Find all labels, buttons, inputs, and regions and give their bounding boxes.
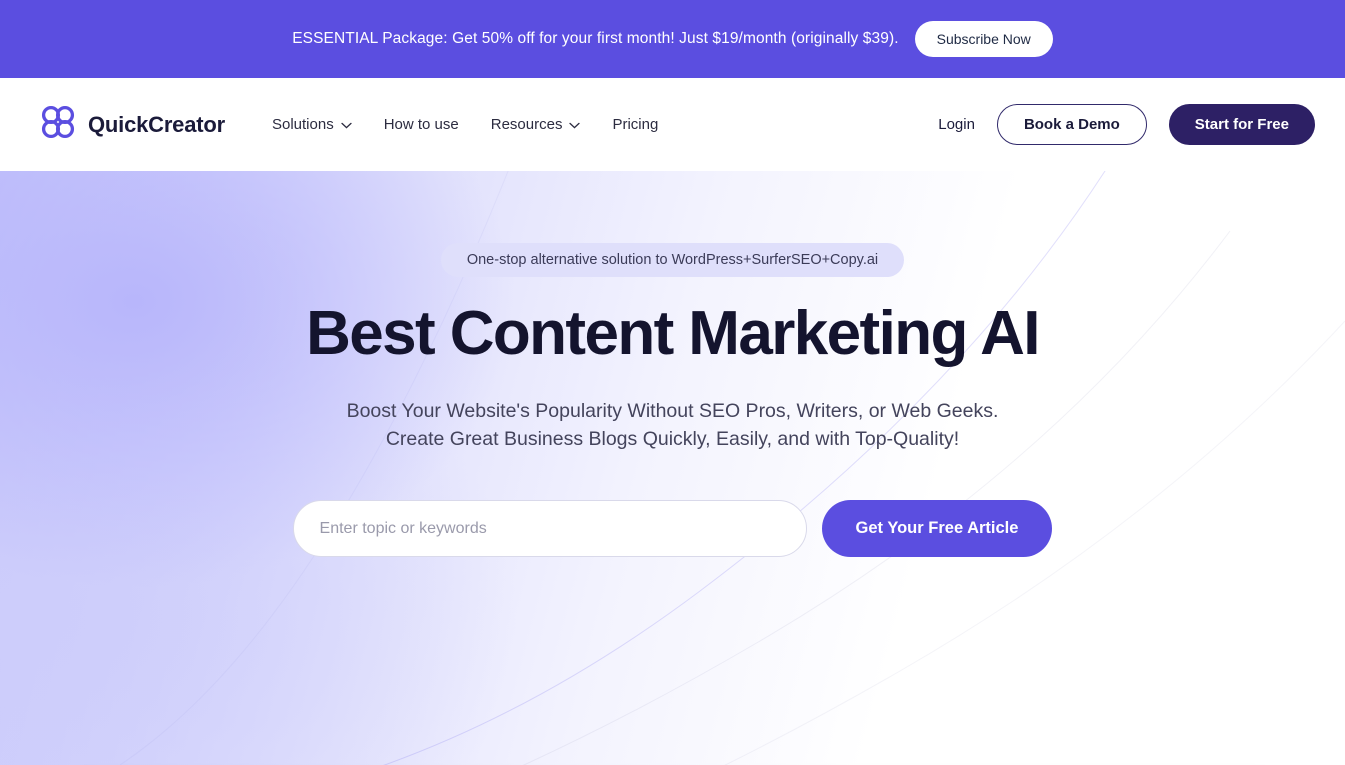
subscribe-now-button[interactable]: Subscribe Now: [914, 21, 1053, 57]
brand-logo-link[interactable]: QuickCreator: [40, 105, 225, 144]
get-free-article-button[interactable]: Get Your Free Article: [821, 500, 1053, 558]
chevron-down-icon: [341, 116, 352, 133]
nav-item-resources[interactable]: Resources: [491, 116, 581, 133]
hero-subtitle-line-1: Boost Your Website's Popularity Without …: [346, 399, 999, 422]
hero-badge: One-stop alternative solution to WordPre…: [440, 243, 905, 277]
quickcreator-clover-logo-icon: [40, 105, 76, 144]
brand-name: QuickCreator: [88, 111, 225, 137]
nav-item-solutions[interactable]: Solutions: [272, 116, 352, 133]
main-navbar: QuickCreator Solutions How to use Resour…: [0, 78, 1345, 171]
topic-keywords-input[interactable]: [292, 500, 807, 558]
nav-item-how-to-use[interactable]: How to use: [384, 116, 459, 133]
hero-subtitle-line-2: Create Great Business Blogs Quickly, Eas…: [385, 427, 960, 450]
page-title: Best Content Marketing AI: [306, 299, 1040, 368]
book-a-demo-button[interactable]: Book a Demo: [996, 104, 1147, 145]
nav-links: Solutions How to use Resources Pricing: [272, 116, 658, 133]
nav-item-resources-label: Resources: [490, 116, 563, 133]
chevron-down-icon: [569, 116, 581, 133]
start-for-free-button[interactable]: Start for Free: [1168, 104, 1315, 145]
nav-item-pricing[interactable]: Pricing: [612, 116, 658, 133]
nav-item-pricing-label: Pricing: [612, 116, 659, 133]
hero-search-form: Get Your Free Article: [292, 500, 1053, 558]
promo-text: ESSENTIAL Package: Get 50% off for your …: [292, 30, 899, 47]
nav-actions: Login Book a Demo Start for Free: [938, 104, 1315, 145]
nav-item-solutions-label: Solutions: [271, 116, 334, 133]
login-link[interactable]: Login: [938, 116, 975, 133]
hero-section: One-stop alternative solution to WordPre…: [0, 171, 1345, 765]
nav-item-how-to-use-label: How to use: [383, 116, 459, 133]
promo-banner: ESSENTIAL Package: Get 50% off for your …: [0, 0, 1345, 78]
hero-subtitle: Boost Your Website's Popularity Without …: [347, 397, 999, 454]
